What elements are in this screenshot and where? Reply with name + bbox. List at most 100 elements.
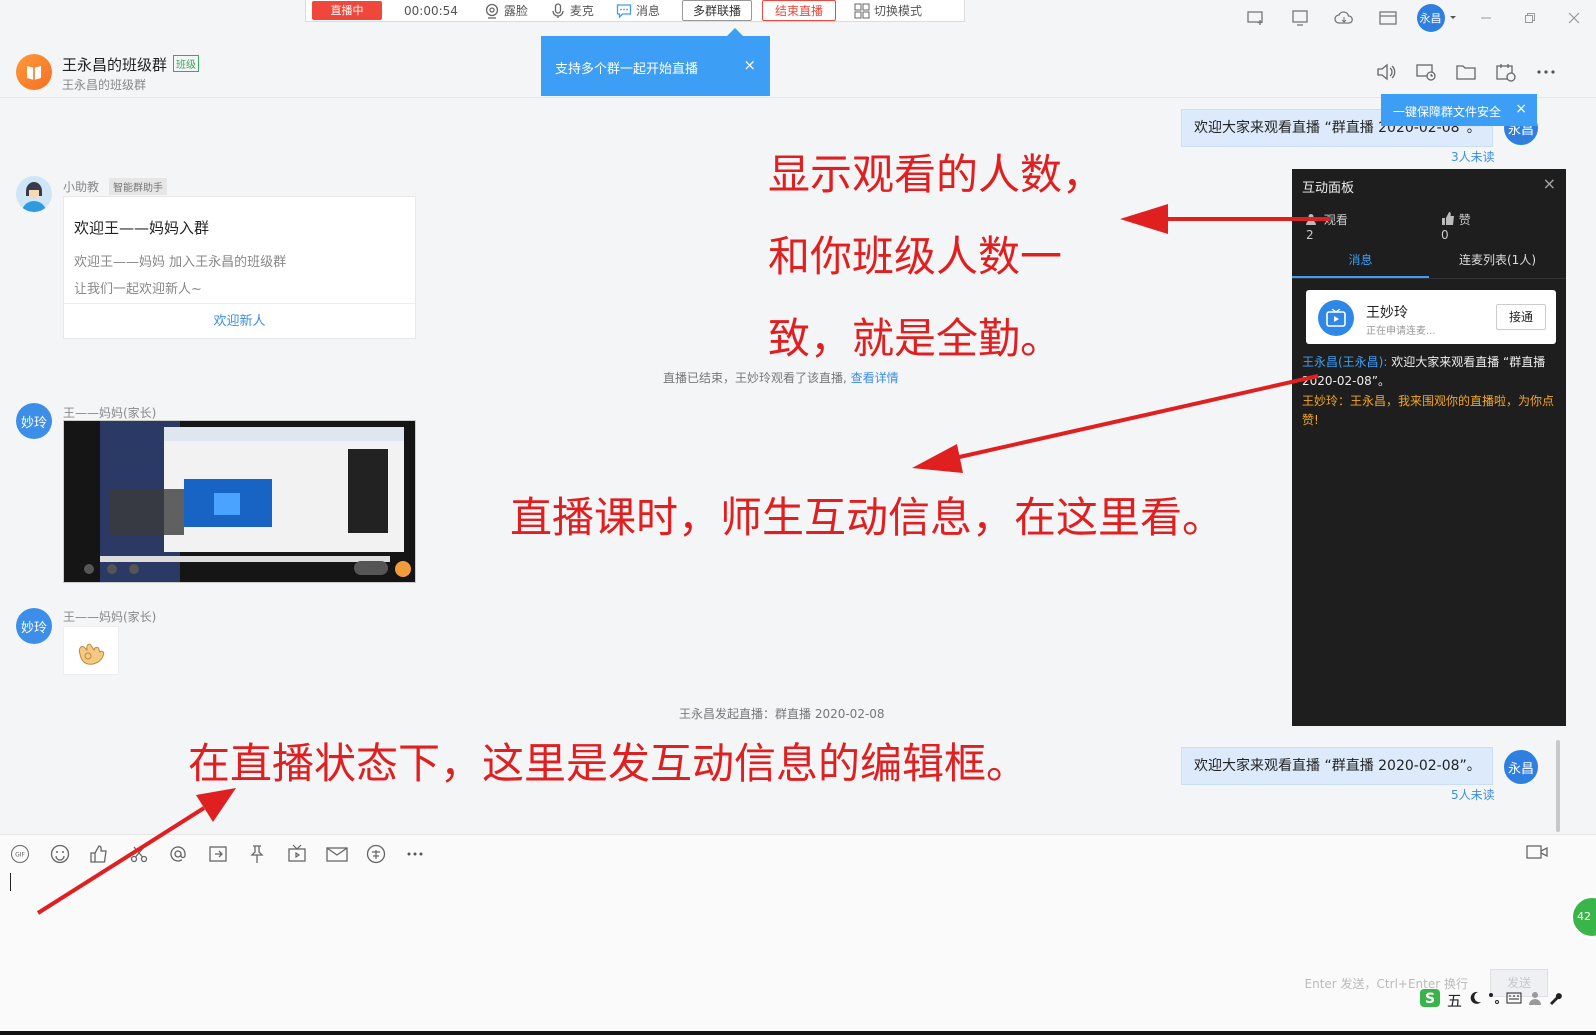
shared-screenshot-image[interactable] <box>63 420 416 583</box>
file-security-tooltip[interactable]: 一键保障群文件安全 × <box>1381 94 1537 126</box>
schedule-button[interactable] <box>1486 60 1526 84</box>
add-screen-button[interactable] <box>1234 0 1278 36</box>
minimize-icon <box>1481 17 1491 19</box>
panel-tabs: 消息 连麦列表(1人) <box>1292 245 1566 279</box>
panel-stats: 观看 2 赞 0 <box>1306 211 1566 242</box>
top-bar: 直播中 00:00:54 露脸 麦克 消息 多群联播 结束直播 切换模式 永昌 <box>0 0 1596 44</box>
emoji-button[interactable] <box>50 843 90 865</box>
assistant-tag: 智能群助手 <box>109 178 168 195</box>
minimize-button[interactable] <box>1464 0 1508 36</box>
group-name: 王永昌的班级群 <box>62 56 168 74</box>
live-toolbar: 直播中 00:00:54 露脸 麦克 消息 多群联播 结束直播 切换模式 <box>305 0 965 22</box>
mention-button[interactable] <box>168 843 208 865</box>
my-message-bubble[interactable]: 欢迎大家来观看直播 “群直播 2020-02-08”。 <box>1181 747 1493 785</box>
tooltip-close-button[interactable]: × <box>743 56 756 74</box>
end-live-button[interactable]: 结束直播 <box>761 0 836 21</box>
tab-messages[interactable]: 消息 <box>1292 245 1429 278</box>
wrench-icon[interactable] <box>1548 991 1562 1009</box>
video-camera-icon <box>1526 845 1548 859</box>
taskbar-edge <box>0 1031 1596 1035</box>
avatar[interactable]: 妙玲 <box>16 403 52 439</box>
microphone-icon <box>552 2 564 18</box>
pin-button[interactable] <box>247 843 287 865</box>
scissors-icon <box>130 846 147 863</box>
avatar: 永昌 <box>1416 4 1445 32</box>
avatar[interactable]: 永昌 <box>1504 750 1538 784</box>
svg-text:GIF: GIF <box>15 852 25 859</box>
switch-mode-label: 切换模式 <box>873 4 922 18</box>
assistant-avatar[interactable] <box>16 176 52 212</box>
message-button[interactable]: 消息 <box>616 2 660 19</box>
sender-name: 小助教 <box>63 180 100 194</box>
restore-icon <box>1525 13 1535 23</box>
tv-avatar-icon <box>1318 300 1354 336</box>
face-camera-button[interactable]: 露脸 <box>484 2 528 19</box>
send-file-button[interactable] <box>208 843 248 865</box>
cloud-button[interactable] <box>1322 0 1366 36</box>
switch-mode-button[interactable]: 切换模式 <box>854 2 922 19</box>
more-button[interactable] <box>1526 60 1566 84</box>
folder-icon <box>1456 65 1476 80</box>
keyboard-icon[interactable] <box>1506 991 1522 1009</box>
accept-mic-button[interactable]: 接通 <box>1496 304 1546 330</box>
welcome-card: 欢迎王——妈妈入群 欢迎王——妈妈 加入王永昌的班级群 让我们一起欢迎新人~ 欢… <box>63 196 416 339</box>
group-files-button[interactable] <box>1446 60 1486 84</box>
tooltip-text: 支持多个群一起开始直播 <box>555 62 699 77</box>
thumbs-up-icon <box>1441 212 1454 225</box>
request-status: 正在申请连麦... <box>1366 326 1436 337</box>
welcome-newcomer-button[interactable]: 欢迎新人 <box>64 303 415 339</box>
moon-icon[interactable] <box>1468 991 1482 1009</box>
mic-button[interactable]: 麦克 <box>550 2 594 19</box>
school-button[interactable] <box>366 843 406 865</box>
group-avatar[interactable] <box>16 54 52 90</box>
tab-mic-list[interactable]: 连麦列表(1人) <box>1429 245 1566 278</box>
sogou-ime-icon[interactable]: S <box>1419 988 1441 1012</box>
speaker-button[interactable] <box>1366 60 1406 84</box>
ime-toolbar: S 五 <box>1419 988 1568 1012</box>
thumbs-up-icon <box>90 845 107 863</box>
restore-button[interactable] <box>1508 0 1552 36</box>
avatar[interactable]: 妙玲 <box>16 608 52 644</box>
mail-icon <box>326 847 348 862</box>
like-button[interactable] <box>89 843 129 865</box>
camera-face-icon <box>485 3 499 19</box>
message-label: 消息 <box>635 4 660 18</box>
mail-button[interactable] <box>326 843 366 865</box>
more-tools-button[interactable] <box>405 843 445 865</box>
like-count: 赞 0 <box>1441 211 1516 242</box>
unread-count[interactable]: 5人未读 <box>1451 786 1495 803</box>
gif-button[interactable]: GIF <box>10 843 50 865</box>
unread-count[interactable]: 3人未读 <box>1451 148 1495 165</box>
chat-header: 王永昌的班级群 班级 王永昌的班级群 <box>0 44 1596 98</box>
screen-share-icon <box>1292 10 1308 26</box>
floating-badge[interactable]: 42 <box>1570 895 1596 939</box>
mic-request-card: 王妙玲 正在申请连麦... 接通 <box>1306 290 1556 344</box>
group-subtitle: 王永昌的班级群 <box>62 78 147 92</box>
chat-scrollbar[interactable] <box>1556 740 1560 832</box>
message-editor[interactable]: GIF Enter 发送，Ctrl+Enter 换行 发送 42 S 五 <box>0 834 1596 1035</box>
at-sign-icon <box>170 846 186 862</box>
close-icon <box>1568 12 1580 24</box>
text-cursor <box>10 873 11 891</box>
video-call-button[interactable] <box>1526 843 1548 865</box>
panel-message: 王永昌(王永昌): 欢迎大家来观看直播 “群直播 2020-02-08”。 <box>1302 353 1560 391</box>
sticker-message[interactable] <box>63 626 119 675</box>
user-menu[interactable]: 永昌 <box>1410 0 1464 36</box>
screen-share-button[interactable] <box>1278 0 1322 36</box>
close-window-button[interactable] <box>1552 0 1596 36</box>
live-history-button[interactable] <box>1406 60 1446 84</box>
live-schedule-button[interactable] <box>287 843 327 865</box>
user-icon[interactable] <box>1528 991 1542 1009</box>
punctuation-icon[interactable] <box>1488 991 1500 1009</box>
system-notice-started: 王永昌发起直播：群直播 2020-02-08 <box>679 707 885 721</box>
grid-mode-icon <box>854 3 870 18</box>
sender-name: 王——妈妈(家长) <box>63 610 157 624</box>
window-layout-button[interactable] <box>1366 0 1410 36</box>
screenshot-button[interactable] <box>129 843 169 865</box>
tooltip-close-button[interactable]: × <box>1515 101 1527 117</box>
live-status-badge: 直播中 <box>312 1 382 20</box>
ime-mode-label[interactable]: 五 <box>1447 990 1462 1011</box>
cloud-icon <box>1334 11 1353 24</box>
panel-close-button[interactable]: × <box>1543 174 1556 193</box>
multi-group-live-button[interactable]: 多群联播 <box>681 0 752 21</box>
